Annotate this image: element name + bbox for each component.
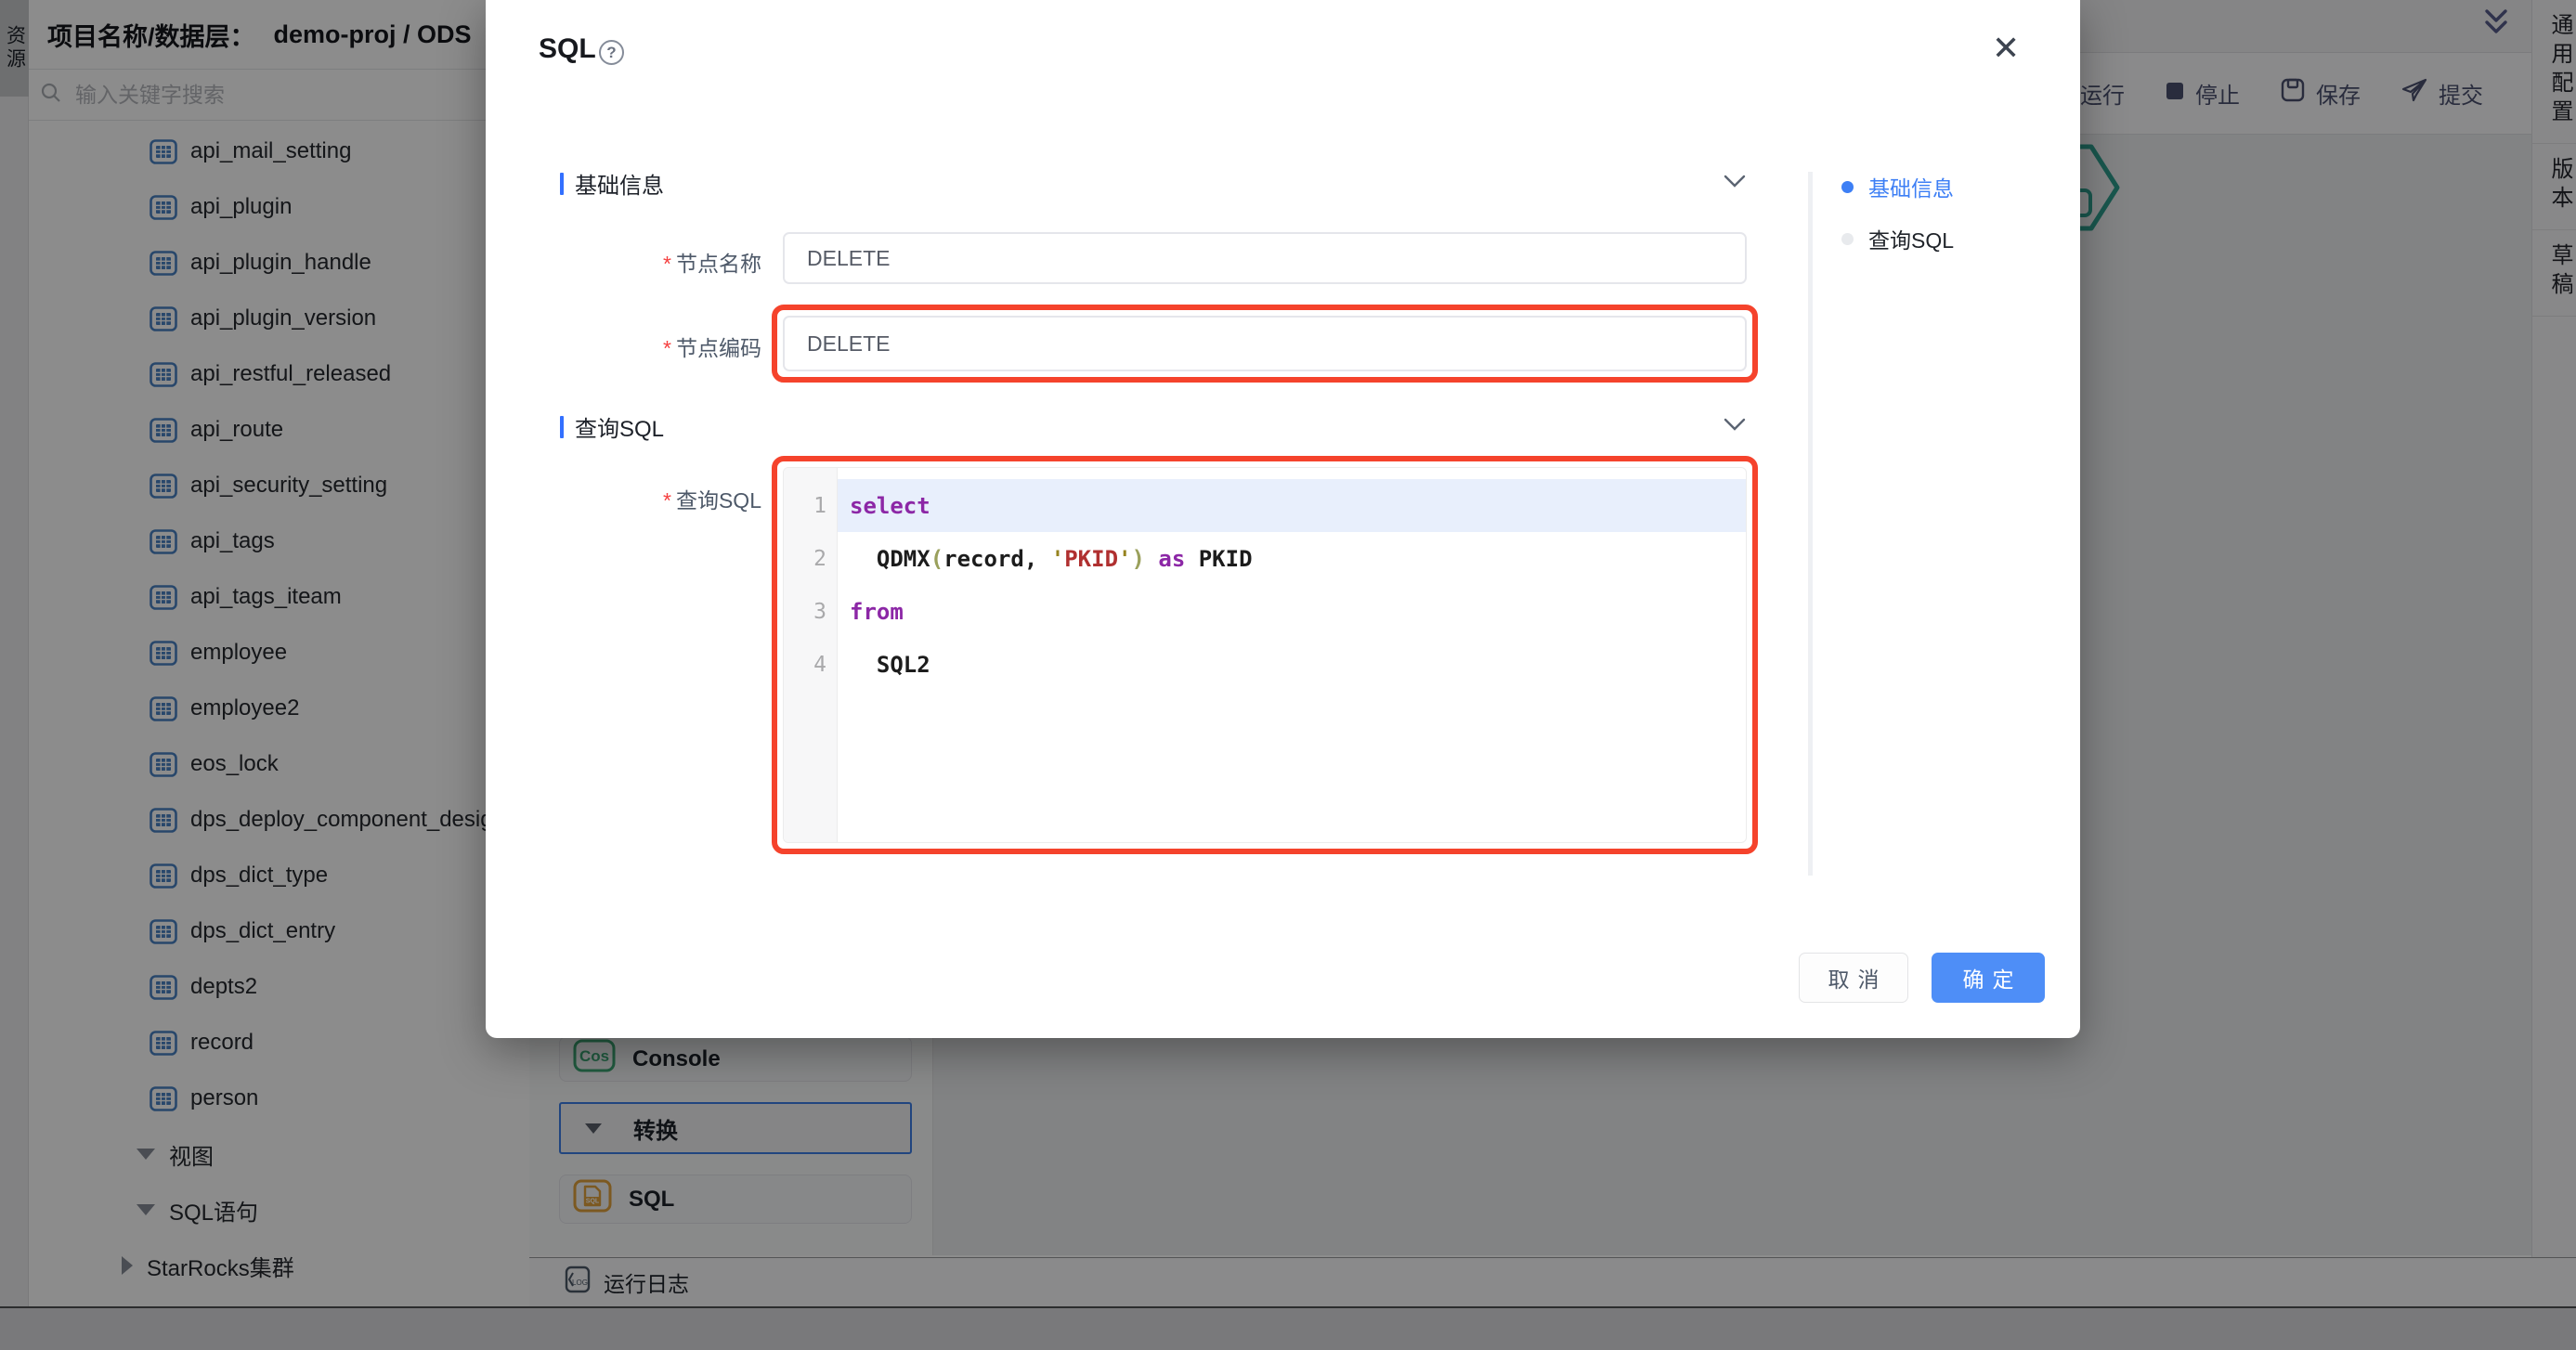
section-query-sql-label: 查询SQL (575, 410, 664, 443)
node-code-label: *节点编码 (520, 331, 761, 362)
line-number: 4 (784, 638, 838, 691)
code-lines: 1select2 QDMX(record, 'PKID') as PKID3fr… (784, 479, 1746, 691)
ok-button[interactable]: 确定 (1932, 953, 2045, 1003)
required-mark: * (663, 336, 671, 360)
code-line[interactable]: 2 QDMX(record, 'PKID') as PKID (784, 532, 1746, 585)
collapse-section-basic-icon[interactable] (1723, 171, 1747, 196)
anchor-query-sql[interactable]: 查询SQL (1841, 223, 1954, 254)
query-sql-label: *查询SQL (520, 483, 761, 514)
sql-code-editor[interactable]: 1select2 QDMX(record, 'PKID') as PKID3fr… (783, 467, 1747, 843)
line-number: 1 (784, 479, 838, 532)
line-number: 3 (784, 585, 838, 638)
line-content: from (838, 585, 1746, 638)
required-mark: * (663, 252, 671, 276)
section-basic-info-label: 基础信息 (575, 167, 664, 200)
line-content: select (838, 479, 1746, 532)
node-name-input[interactable] (783, 232, 1747, 284)
anchor-rail (1808, 172, 1813, 876)
collapse-section-query-icon[interactable] (1723, 414, 1747, 439)
section-basic-info: 基础信息 (560, 167, 664, 200)
node-code-input[interactable] (783, 316, 1747, 371)
line-content: QDMX(record, 'PKID') as PKID (838, 532, 1746, 585)
line-content: SQL2 (838, 638, 1746, 691)
app-root: 运行 停止 保存 提交 Cos Console 转换 (0, 0, 2576, 1350)
sql-node-dialog: SQL ? ✕ 基础信息 *节点名称 *节点编码 查询SQL *查询SQL (486, 0, 2080, 1038)
section-accent-bar (560, 416, 564, 438)
line-number: 2 (784, 532, 838, 585)
anchor-dot (1841, 181, 1854, 193)
cancel-button[interactable]: 取消 (1799, 953, 1908, 1003)
anchor-dot (1841, 233, 1854, 245)
required-mark: * (663, 488, 671, 513)
code-line[interactable]: 4 SQL2 (784, 638, 1746, 691)
section-accent-bar (560, 173, 564, 195)
anchor-basic-info[interactable]: 基础信息 (1841, 171, 1954, 202)
node-name-label: *节点名称 (520, 246, 761, 278)
close-icon[interactable]: ✕ (1992, 32, 2020, 65)
code-line[interactable]: 3from (784, 585, 1746, 638)
code-line[interactable]: 1select (784, 479, 1746, 532)
dialog-title: SQL (539, 33, 596, 65)
section-query-sql: 查询SQL (560, 410, 664, 443)
help-icon[interactable]: ? (599, 40, 624, 65)
